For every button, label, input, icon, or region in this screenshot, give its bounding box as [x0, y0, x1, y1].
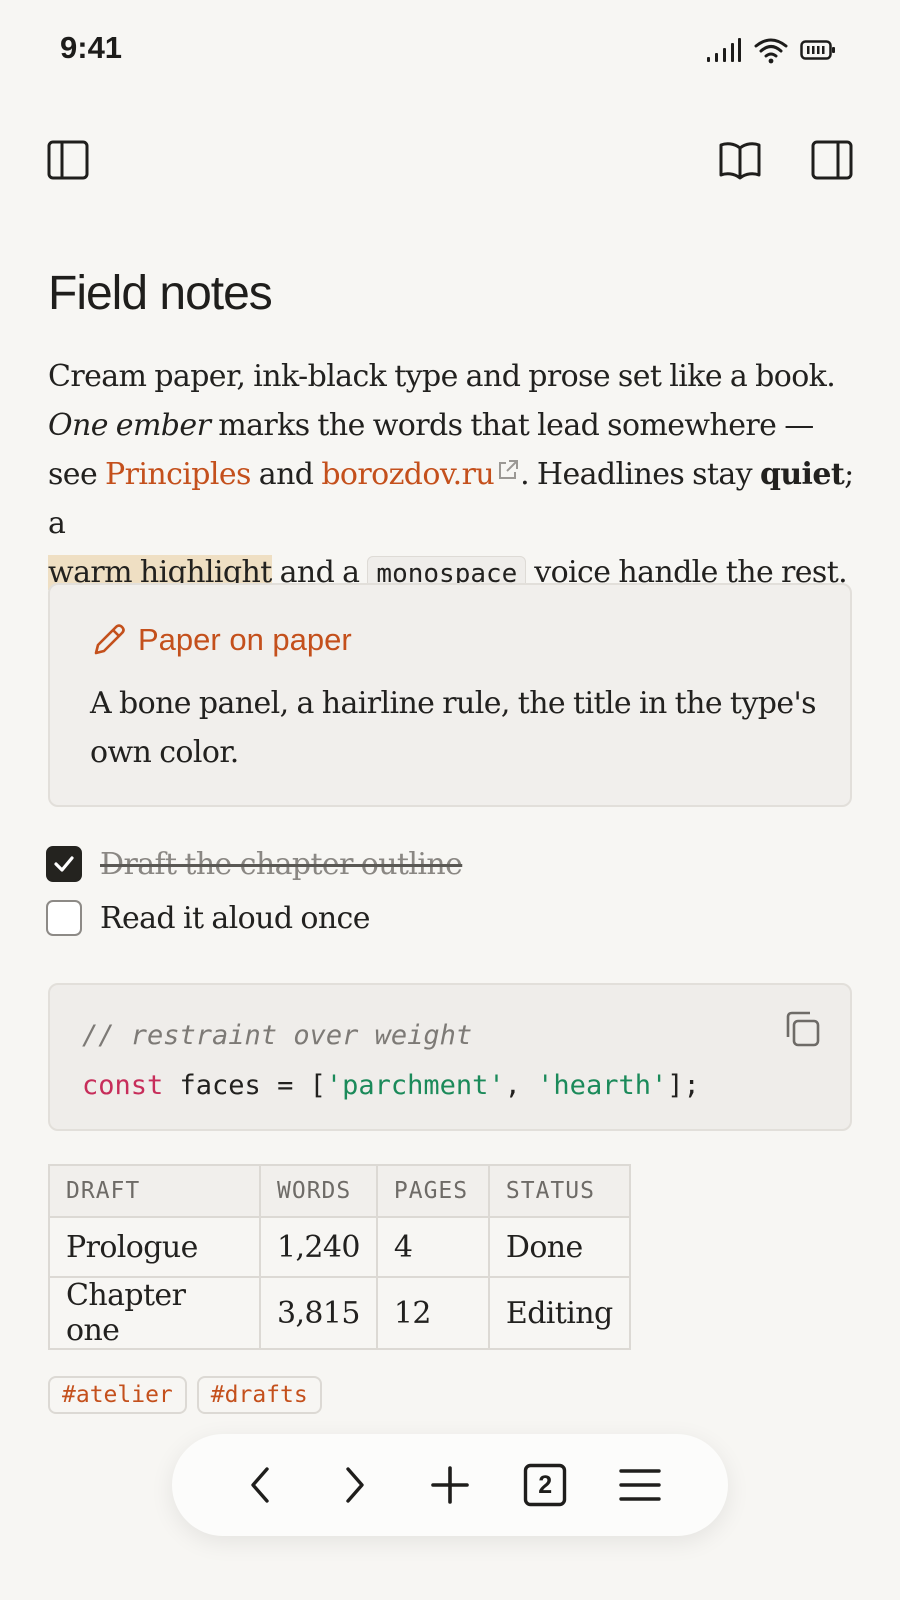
tab-count: 2	[538, 1470, 553, 1499]
table-header-cell: DRAFT	[48, 1164, 261, 1218]
callout-body: A bone panel, a hairline rule, the title…	[90, 686, 817, 770]
new-tab-button[interactable]	[424, 1459, 476, 1511]
table-cell: Chapter one	[48, 1276, 261, 1350]
drafts-table: DRAFT WORDS PAGES STATUS Prologue 1,240 …	[48, 1164, 631, 1350]
cellular-signal-icon	[707, 38, 741, 62]
chevron-left-icon	[250, 1467, 269, 1503]
forward-button[interactable]	[329, 1459, 381, 1511]
table-header-cell: PAGES	[375, 1164, 490, 1218]
callout-panel: Paper on paper A bone panel, a hairline …	[48, 583, 852, 807]
code-text: ,	[504, 1070, 538, 1101]
sidebar-right-icon	[811, 140, 853, 180]
task-label: Read it aloud once	[100, 900, 371, 936]
task-label: Draft the chapter outline	[100, 846, 463, 882]
tag-drafts[interactable]: #drafts	[196, 1376, 322, 1414]
status-time: 9:41	[60, 30, 123, 65]
table-cell: 12	[375, 1276, 490, 1350]
intro-paragraph: Cream paper, ink-black type and prose se…	[48, 352, 868, 599]
callout-title: Paper on paper	[138, 622, 352, 657]
code-comment: // restraint over weight	[82, 1020, 473, 1051]
sidebar-right-button[interactable]	[810, 138, 854, 182]
table-header-row: DRAFT WORDS PAGES STATUS	[48, 1164, 631, 1218]
tag-list: #atelier #drafts	[48, 1376, 322, 1414]
code-text: faces = [	[163, 1070, 326, 1101]
code-string: 'parchment'	[325, 1070, 505, 1101]
table-row: Chapter one 3,815 12 Editing	[48, 1276, 631, 1350]
reader-mode-button[interactable]	[718, 138, 762, 182]
prose-text: Cream paper, ink-black type and prose se…	[48, 359, 836, 394]
sidebar-left-icon	[47, 140, 89, 180]
menu-button[interactable]	[614, 1459, 666, 1511]
code-keyword: const	[82, 1070, 164, 1101]
bottom-nav-bar: 2	[172, 1434, 728, 1536]
code-content: // restraint over weight const faces = […	[82, 1011, 700, 1111]
table-cell: 1,240	[259, 1216, 378, 1278]
checkmark-icon	[54, 856, 74, 872]
status-icons	[706, 36, 836, 64]
prose-text: and	[250, 457, 322, 492]
table-cell: 3,815	[259, 1276, 378, 1350]
code-block: // restraint over weight const faces = […	[48, 983, 852, 1131]
pencil-icon	[94, 624, 125, 655]
table-cell: Done	[487, 1216, 631, 1278]
code-string: 'hearth'	[537, 1070, 668, 1101]
bold-text: quiet	[759, 457, 845, 492]
code-text: ];	[667, 1070, 700, 1101]
plus-icon	[431, 1466, 469, 1504]
table-cell: Prologue	[48, 1216, 261, 1278]
task-checkbox[interactable]	[46, 900, 82, 936]
table-cell: 4	[375, 1216, 490, 1278]
table-header-cell: STATUS	[487, 1164, 631, 1218]
task-item: Draft the chapter outline	[46, 846, 463, 882]
page-title: Field notes	[48, 267, 273, 320]
table-cell: Editing	[487, 1276, 631, 1350]
copy-icon[interactable]	[782, 1009, 822, 1049]
back-button[interactable]	[234, 1459, 286, 1511]
wifi-icon	[754, 38, 788, 64]
prose-text: . Headlines stay	[520, 457, 760, 492]
table-header-cell: WORDS	[259, 1164, 378, 1218]
sidebar-left-button[interactable]	[46, 138, 90, 182]
tag-atelier[interactable]: #atelier	[48, 1376, 187, 1414]
battery-icon	[800, 40, 835, 60]
tabs-button[interactable]: 2	[519, 1459, 571, 1511]
task-checkbox-checked[interactable]	[46, 846, 82, 882]
menu-icon	[619, 1469, 662, 1501]
task-item: Read it aloud once	[46, 900, 371, 936]
external-link-icon	[499, 460, 519, 479]
emphasis-text: One ember	[48, 408, 211, 443]
chevron-right-icon	[346, 1467, 364, 1503]
principles-link[interactable]: Principles	[105, 457, 251, 492]
table-row: Prologue 1,240 4 Done	[48, 1216, 631, 1278]
external-link[interactable]: borozdov.ru	[321, 457, 520, 492]
external-link-label: borozdov.ru	[321, 457, 495, 492]
book-open-icon	[719, 142, 761, 180]
callout-header: Paper on paper	[90, 621, 352, 659]
